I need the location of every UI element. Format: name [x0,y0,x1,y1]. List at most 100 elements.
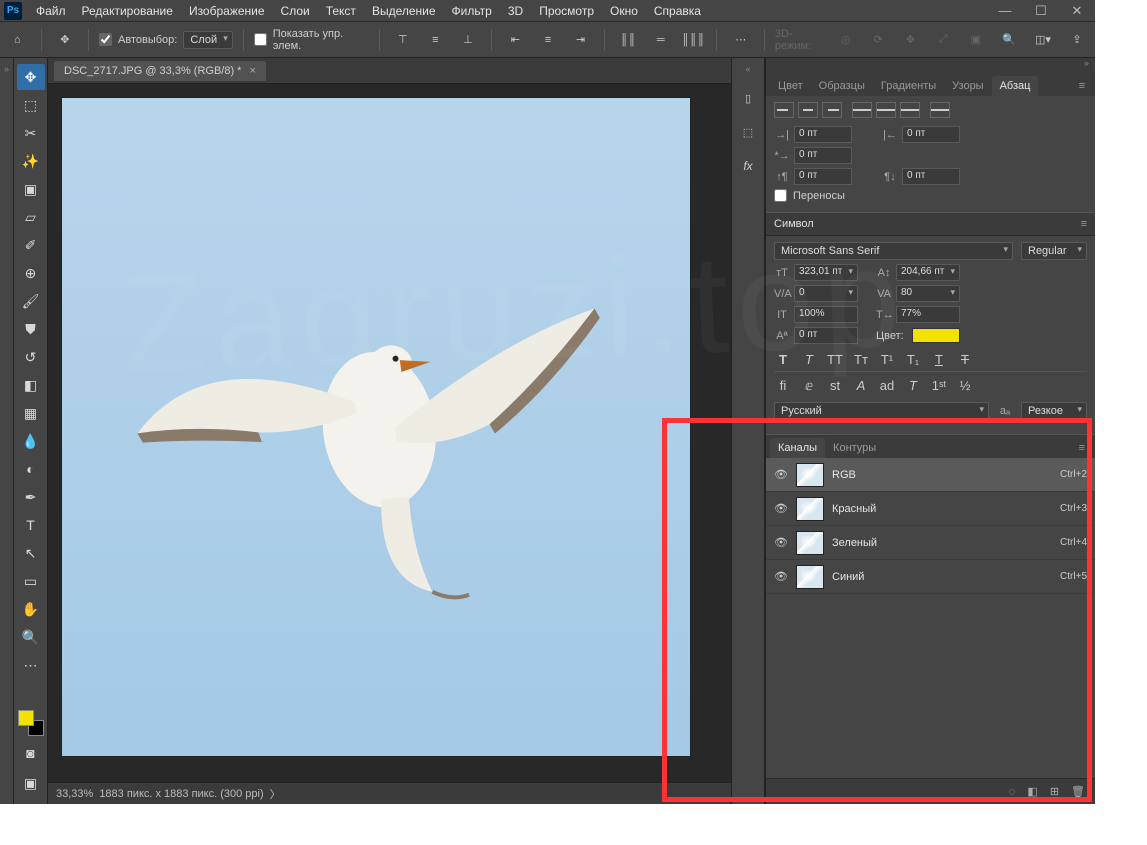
character-panel-header[interactable]: Символ ≡ [766,212,1095,236]
font-size-field[interactable]: 323,01 пт [794,264,858,281]
hyphenation-checkbox[interactable]: Переносы [774,189,1087,202]
style-allcaps[interactable]: TT [826,352,844,367]
home-icon[interactable]: ⌂ [4,26,31,54]
vscale-field[interactable]: 100% [794,306,858,323]
align-left-icon[interactable]: ⇤ [502,26,529,54]
menu-edit[interactable]: Редактирование [74,1,181,21]
antialias-dropdown[interactable]: Резкое [1021,402,1087,420]
hyphenation-input[interactable] [774,189,787,202]
align-top-icon[interactable]: ⊤ [389,26,416,54]
distribute-h-icon[interactable]: ║║ [615,26,642,54]
tool-heal[interactable]: ⊕ [17,260,45,286]
document-canvas[interactable] [62,98,690,756]
load-selection-icon[interactable]: ◌ [1009,786,1016,798]
tab-paths[interactable]: Контуры [825,438,884,458]
panel-icon-fx[interactable]: fx [734,152,762,180]
menu-help[interactable]: Справка [646,1,709,21]
font-family-dropdown[interactable]: Microsoft Sans Serif [774,242,1013,260]
foreground-background-swatch[interactable] [18,710,44,736]
style-strikethrough[interactable]: T [956,352,974,367]
visibility-eye-icon[interactable]: 👁 [774,468,788,481]
ot-ordinals[interactable]: 1ˢᵗ [930,378,948,394]
tool-frame[interactable]: ▱ [17,204,45,230]
channel-row[interactable]: 👁RGBCtrl+2 [766,458,1095,492]
auto-select-checkbox[interactable]: Автовыбор: [99,33,177,46]
tool-marquee[interactable]: ⬚ [17,92,45,118]
tool-stamp[interactable]: ⛊ [17,316,45,342]
para-justify-center[interactable] [876,102,896,118]
visibility-eye-icon[interactable]: 👁 [774,502,788,515]
workspace-icon[interactable]: ◫▾ [1029,26,1057,54]
panel-icon-1[interactable]: ▯ [734,84,762,112]
tracking-field[interactable]: 80 [896,285,960,302]
tool-gradient[interactable]: ▦ [17,400,45,426]
menu-filter[interactable]: Фильтр [444,1,500,21]
tool-path-select[interactable]: ↖ [17,540,45,566]
align-bottom-icon[interactable]: ⊥ [455,26,482,54]
indent-right-field[interactable]: 0 пт [902,126,960,143]
tool-blur[interactable]: 💧 [17,428,45,454]
visibility-eye-icon[interactable]: 👁 [774,570,788,583]
menu-layers[interactable]: Слои [273,1,318,21]
menu-view[interactable]: Просмотр [531,1,602,21]
para-align-center[interactable] [798,102,818,118]
ot-titling[interactable]: T [904,378,922,394]
maximize-button[interactable]: ☐ [1023,0,1059,22]
channel-row[interactable]: 👁КрасныйCtrl+3 [766,492,1095,526]
channel-row[interactable]: 👁СинийCtrl+5 [766,560,1095,594]
ot-contextual[interactable]: ⅇ [800,378,818,394]
menu-file[interactable]: Файл [28,1,74,21]
tool-history-brush[interactable]: ↺ [17,344,45,370]
para-align-left[interactable] [774,102,794,118]
panel-menu-icon[interactable]: ≡ [1073,438,1091,458]
visibility-eye-icon[interactable]: 👁 [774,536,788,549]
baseline-field[interactable]: 0 пт [794,327,858,344]
tool-type[interactable]: T [17,512,45,538]
save-selection-icon[interactable]: ◧ [1027,785,1037,798]
search-icon[interactable]: 🔍 [995,26,1023,54]
align-right-icon[interactable]: ⇥ [567,26,594,54]
ot-ligatures[interactable]: fi [774,378,792,394]
text-color-swatch[interactable] [912,328,960,343]
tab-color[interactable]: Цвет [770,76,811,96]
tool-brush[interactable]: 🖌 [17,288,45,314]
style-superscript[interactable]: T¹ [878,352,896,367]
font-style-dropdown[interactable]: Regular [1021,242,1087,260]
close-tab-icon[interactable]: × [249,65,255,77]
tool-edit-toolbar[interactable]: ⋯ [17,652,45,678]
distribute-v-icon[interactable]: ═ [647,26,674,54]
menu-window[interactable]: Окно [602,1,646,21]
menu-select[interactable]: Выделение [364,1,444,21]
para-justify-right[interactable] [900,102,920,118]
tab-gradients[interactable]: Градиенты [873,76,944,96]
ot-fractions[interactable]: ½ [956,378,974,394]
channel-row[interactable]: 👁ЗеленыйCtrl+4 [766,526,1095,560]
tab-patterns[interactable]: Узоры [944,76,991,96]
more-align-icon[interactable]: ⋯ [727,26,754,54]
align-vcenter-icon[interactable]: ≡ [422,26,449,54]
tool-dodge[interactable]: ◐ [17,456,45,482]
minimize-button[interactable]: ― [987,0,1023,22]
para-align-right[interactable] [822,102,842,118]
status-dimensions[interactable]: 1883 пикс. x 1883 пикс. (300 ppi) [99,788,263,800]
tool-shape[interactable]: ▭ [17,568,45,594]
distribute-3-icon[interactable]: ║║║ [680,26,707,54]
panels-collapse-icon[interactable]: » [766,58,1095,72]
tool-pen[interactable]: ✒ [17,484,45,510]
menu-image[interactable]: Изображение [181,1,273,21]
style-italic[interactable]: T [800,352,818,367]
tool-hand[interactable]: ✋ [17,596,45,622]
delete-channel-icon[interactable]: 🗑 [1071,785,1085,798]
tool-quickmask[interactable]: ◙ [17,740,45,766]
tool-screenmode[interactable]: ▣ [17,770,45,796]
menu-text[interactable]: Текст [318,1,364,21]
style-subscript[interactable]: T₁ [904,352,922,367]
tab-channels[interactable]: Каналы [770,438,825,458]
indent-first-field[interactable]: 0 пт [794,147,852,164]
status-arrow-icon[interactable]: 〉 [270,786,281,802]
space-before-field[interactable]: 0 пт [794,168,852,185]
panel-menu-icon[interactable]: ≡ [1073,76,1091,96]
align-hcenter-icon[interactable]: ≡ [535,26,562,54]
ot-discretionary[interactable]: st [826,378,844,394]
para-justify-left[interactable] [852,102,872,118]
